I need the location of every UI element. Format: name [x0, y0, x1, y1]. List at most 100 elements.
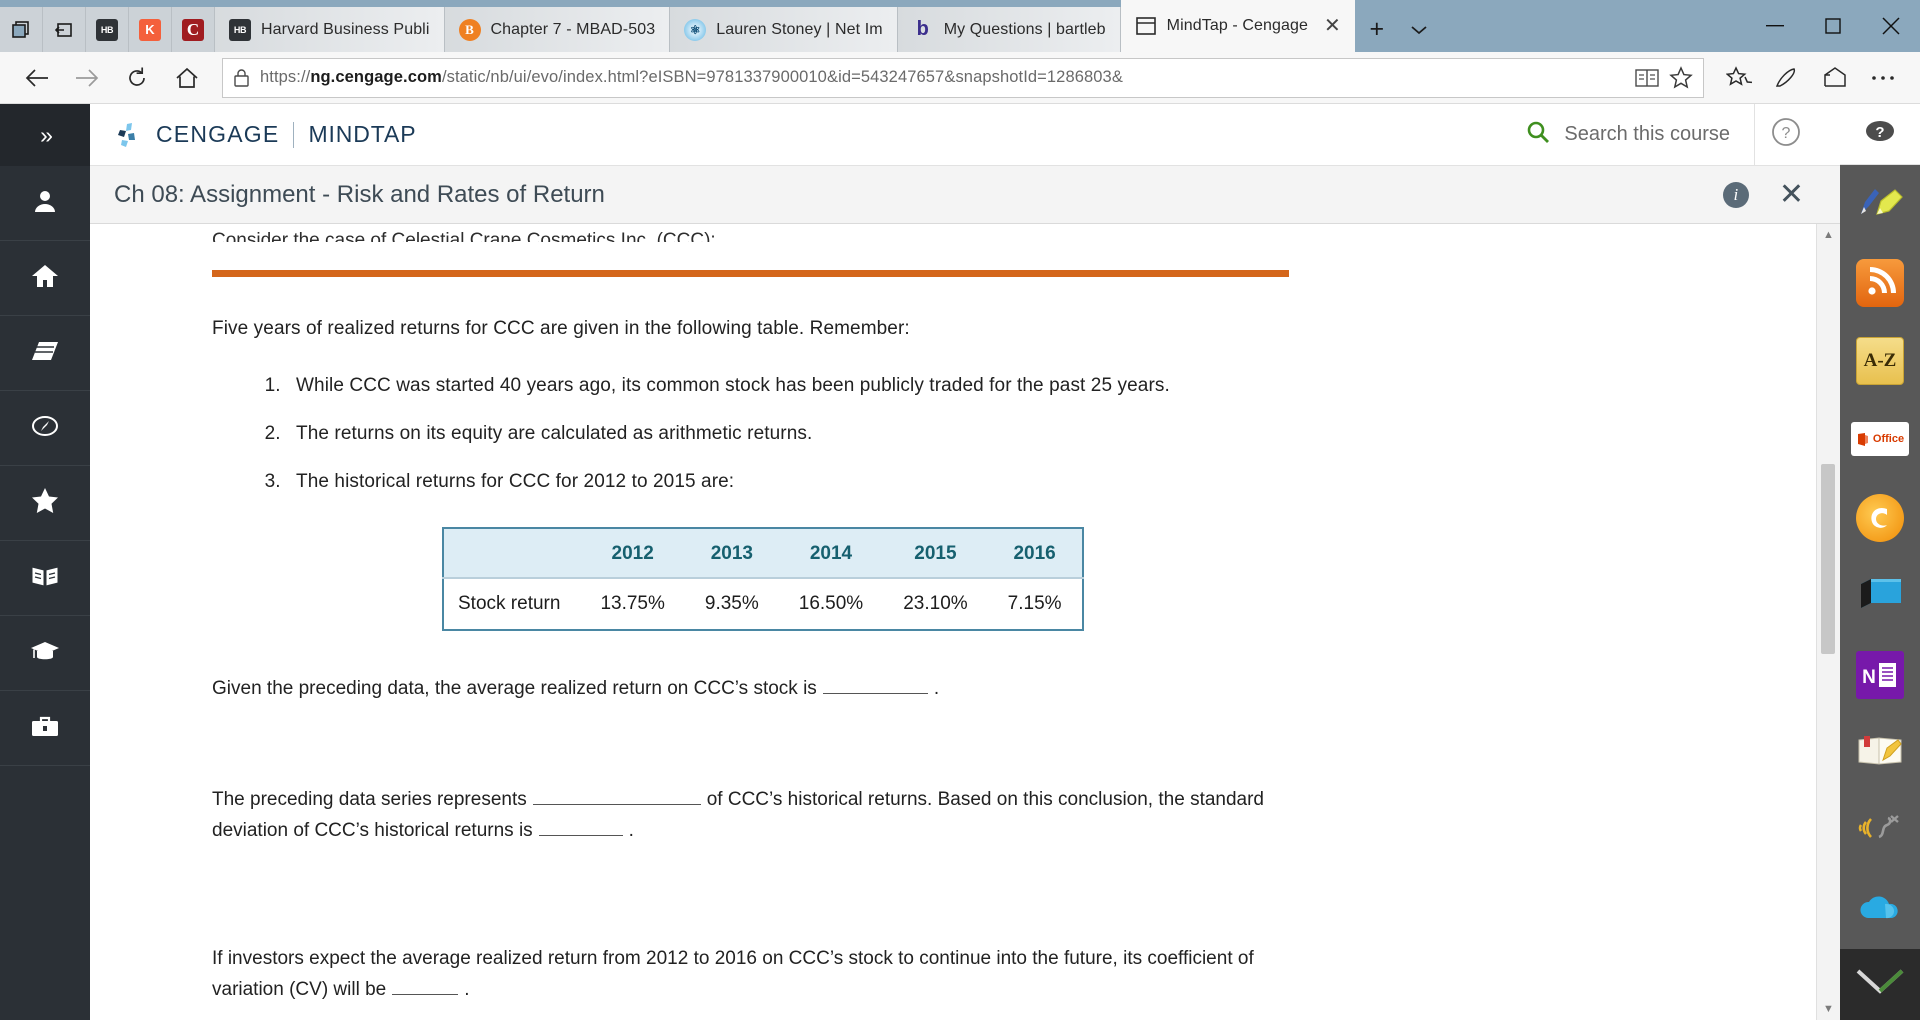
more-actions-icon[interactable] — [1860, 58, 1906, 98]
answer-blank-sample-or-population[interactable] — [532, 804, 701, 805]
favorites-hub-icon[interactable] — [1716, 58, 1762, 98]
share-icon[interactable] — [1812, 58, 1858, 98]
help-icon: ? — [1771, 117, 1801, 152]
cloud-icon — [1856, 894, 1904, 927]
sidebar-expand-button[interactable]: » — [0, 104, 90, 166]
sidebar-item-profile[interactable] — [0, 166, 90, 241]
dock-item-office[interactable]: Office — [1840, 400, 1920, 478]
tab-lauren-stoney[interactable]: ⚛ Lauren Stoney | Net Im — [670, 7, 898, 52]
dock-item-browser6[interactable] — [1840, 479, 1920, 557]
section-divider — [212, 270, 1289, 277]
padlock-icon — [233, 68, 250, 88]
table-col-2016: 2016 — [987, 528, 1083, 579]
blue-book-icon — [1857, 576, 1903, 617]
tab-label: MindTap - Cengage — [1166, 17, 1309, 34]
table-cell-2015: 23.10% — [903, 593, 968, 614]
tab-window-restore[interactable] — [0, 7, 43, 52]
sidebar-item-course[interactable] — [0, 316, 90, 391]
help-button[interactable]: ? — [1754, 103, 1816, 166]
answer-blank-average-return[interactable] — [822, 693, 928, 694]
dock-collapse-button[interactable] — [1840, 949, 1920, 1020]
close-icon[interactable]: ✕ — [1779, 179, 1804, 210]
right-toolbar: ? A-Z Office N — [1840, 104, 1920, 1020]
book-stack-icon — [31, 339, 59, 368]
cengage-logo[interactable]: CENGAGE MINDTAP — [114, 121, 417, 149]
dock-item-onenote[interactable]: N — [1840, 636, 1920, 714]
tab-hb-pinned[interactable]: HB — [86, 7, 129, 52]
scroll-down-arrow-icon[interactable]: ▼ — [1823, 998, 1834, 1020]
web-note-icon[interactable] — [1764, 58, 1810, 98]
forward-button[interactable] — [64, 58, 110, 98]
tab-bartleby[interactable]: b My Questions | bartleb — [897, 7, 1121, 52]
minimize-button[interactable] — [1746, 0, 1804, 52]
maximize-button[interactable] — [1804, 0, 1862, 52]
info-icon[interactable]: i — [1722, 181, 1749, 208]
dock-item-audio-read[interactable] — [1840, 792, 1920, 870]
star-icon[interactable] — [1669, 66, 1693, 89]
tab-collapse[interactable] — [43, 7, 86, 52]
dock-item-cloud[interactable] — [1840, 871, 1920, 949]
dock-item-rss[interactable] — [1840, 243, 1920, 321]
answer-blank-standard-deviation[interactable] — [538, 835, 623, 836]
office-label: Office — [1872, 433, 1905, 446]
dock-item-blue-book[interactable] — [1840, 557, 1920, 635]
close-button[interactable] — [1862, 0, 1920, 52]
back-button[interactable] — [14, 58, 60, 98]
sidebar-item-explore[interactable] — [0, 391, 90, 466]
hb-favicon: HB — [229, 18, 251, 41]
page-viewport: » CENGAGE MINDTAP Search this course ? C… — [0, 103, 1920, 1020]
url-domain: ng.cengage.com — [310, 68, 442, 86]
new-tab-button[interactable]: + — [1355, 7, 1399, 52]
tab-mindtap[interactable]: MindTap - Cengage ✕ — [1120, 0, 1355, 52]
sidebar-item-career[interactable] — [0, 691, 90, 766]
chevron-down-icon[interactable] — [1399, 7, 1439, 52]
table-corner-cell — [443, 528, 581, 579]
help-icon: ? — [1863, 118, 1897, 149]
tab-k-pinned[interactable]: K — [129, 7, 172, 52]
refresh-button[interactable] — [114, 58, 160, 98]
dictionary-az-icon: A-Z — [1856, 336, 1904, 385]
dock-help-button[interactable]: ? — [1840, 104, 1920, 165]
address-bar[interactable]: https://ng.cengage.com/static/nb/ui/evo/… — [222, 57, 1704, 98]
dock-item-dictionary[interactable]: A-Z — [1840, 322, 1920, 400]
reading-view-icon[interactable] — [1635, 68, 1659, 88]
url-input[interactable]: https://ng.cengage.com/static/nb/ui/evo/… — [260, 68, 1625, 87]
graduation-cap-icon — [30, 639, 60, 668]
person-icon — [32, 188, 58, 219]
sidebar-item-reader[interactable] — [0, 541, 90, 616]
sidebar-item-favorites[interactable] — [0, 466, 90, 541]
dock-item-notebook[interactable] — [1840, 714, 1920, 792]
left-sidebar: » — [0, 104, 90, 1020]
table-row-label: Stock return — [458, 593, 561, 614]
sidebar-item-home[interactable] — [0, 241, 90, 316]
cengage-mark-icon — [114, 121, 142, 149]
search-course-button[interactable]: Search this course — [1526, 120, 1730, 150]
close-icon[interactable]: ✕ — [1318, 16, 1341, 36]
tab-chapter-7[interactable]: B Chapter 7 - MBAD-503 — [444, 7, 671, 52]
navbar-actions — [1716, 58, 1906, 98]
rss-feed-icon — [1856, 258, 1904, 307]
scrollbar-track[interactable] — [1817, 246, 1840, 998]
home-button[interactable] — [164, 58, 210, 98]
scrollbar-thumb[interactable] — [1821, 464, 1835, 654]
tab-harvard-business[interactable]: HB Harvard Business Publi — [215, 7, 445, 52]
answer-blank-coefficient-variation[interactable] — [392, 994, 459, 995]
dock-item-pen-highlighter[interactable] — [1840, 165, 1920, 243]
question-average-return: Given the preceding data, the average re… — [212, 673, 1412, 704]
question-text: The preceding data series represents of C… — [212, 784, 1272, 846]
navigation-bar: https://ng.cengage.com/static/nb/ui/evo/… — [0, 52, 1920, 104]
tab-c-pinned[interactable]: C — [172, 7, 215, 52]
product-label: MINDTAP — [308, 121, 417, 147]
table-col-2012: 2012 — [580, 528, 685, 579]
table-col-2015: 2015 — [883, 528, 988, 579]
tab-strip: HB K C HB Harvard Business Publi B Chapt… — [0, 0, 1920, 52]
brand-label: CENGAGE — [156, 121, 280, 147]
question-text: Given the preceding data, the average re… — [212, 673, 1272, 704]
chevron-collapse-icon — [1856, 969, 1904, 1000]
sidebar-item-grades[interactable] — [0, 616, 90, 691]
page-scrollbar[interactable]: ▲ ▼ — [1816, 224, 1840, 1020]
main-panel: CENGAGE MINDTAP Search this course ? Ch … — [90, 103, 1840, 1020]
question-text-part: . — [933, 678, 940, 699]
svg-text:?: ? — [1781, 125, 1790, 142]
scroll-up-arrow-icon[interactable]: ▲ — [1823, 224, 1834, 246]
